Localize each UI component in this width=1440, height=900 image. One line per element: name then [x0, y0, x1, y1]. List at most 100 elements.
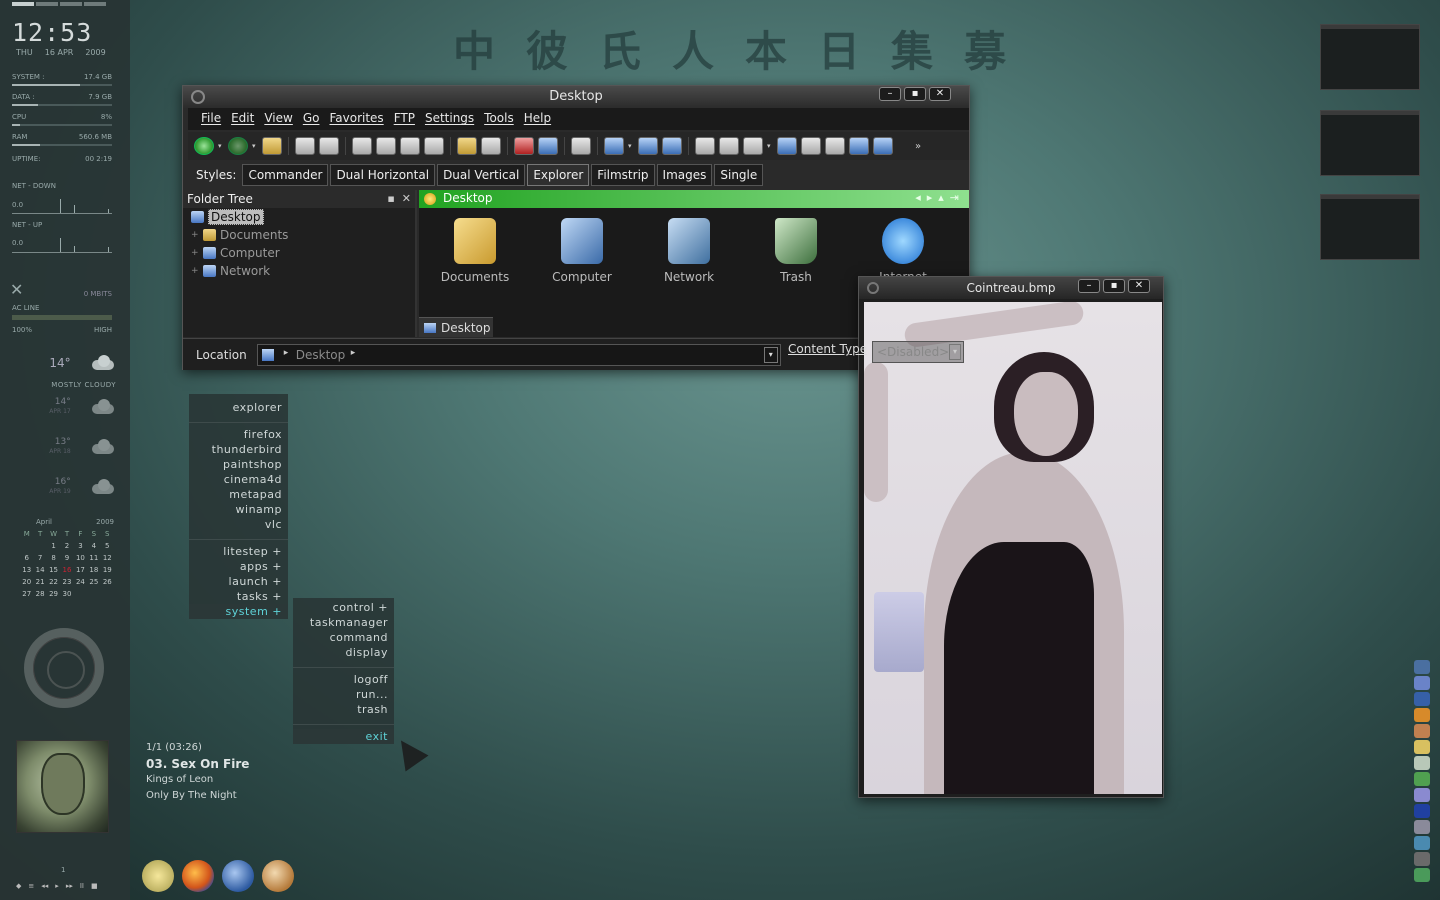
menu-item-logoff[interactable]: logoff	[293, 672, 394, 687]
copy-to-icon[interactable]	[295, 137, 315, 155]
menu-item-apps[interactable]: apps +	[189, 559, 288, 574]
calendar-day[interactable]: 22	[47, 578, 60, 586]
calendar-day[interactable]: 19	[101, 566, 114, 574]
close-button[interactable]: ✕	[1128, 279, 1150, 293]
menu-item-vlc[interactable]: vlc	[189, 517, 288, 532]
calendar-day[interactable]: 11	[87, 554, 100, 562]
calendar-day[interactable]: 16	[60, 566, 73, 574]
copy-icon[interactable]	[400, 137, 420, 155]
menu-item-litestep[interactable]: litestep +	[189, 544, 288, 559]
go-icon[interactable]	[604, 137, 624, 155]
menu-view[interactable]: View	[259, 108, 297, 130]
tray-volume-icon[interactable]	[1414, 836, 1430, 850]
style-images[interactable]: Images	[656, 164, 713, 186]
calendar-day[interactable]: 18	[87, 566, 100, 574]
tray-device-icon[interactable]	[1414, 820, 1430, 834]
tray-weather-icon[interactable]	[1414, 740, 1430, 754]
menu-edit[interactable]: Edit	[226, 108, 259, 130]
file-item-documents[interactable]: Documents	[425, 218, 525, 284]
calendar-day[interactable]: 23	[60, 578, 73, 586]
style-commander[interactable]: Commander	[242, 164, 329, 186]
next-button[interactable]: ▸▸	[66, 882, 73, 890]
menu-item-run[interactable]: run...	[293, 687, 394, 702]
thumbnails-view-icon[interactable]	[873, 137, 893, 155]
menu-favorites[interactable]: Favorites	[324, 108, 388, 130]
calendar-day[interactable]: 1	[47, 542, 60, 550]
small-icons-view-icon[interactable]	[825, 137, 845, 155]
breadcrumb-arrow-icon[interactable]: ▸	[351, 348, 356, 358]
up-folder-icon[interactable]	[262, 137, 282, 155]
menu-item-display[interactable]: display	[293, 645, 394, 660]
maximize-button[interactable]: ▪	[904, 87, 926, 101]
tray-app-icon[interactable]	[1414, 676, 1430, 690]
expand-icon[interactable]: +	[191, 266, 199, 276]
thunderbird-icon[interactable]	[222, 860, 254, 892]
calendar-day[interactable]: 2	[60, 542, 73, 550]
tray-display-icon[interactable]	[1414, 788, 1430, 802]
menu-ftp[interactable]: FTP	[389, 108, 420, 130]
menu-help[interactable]: Help	[519, 108, 556, 130]
tree-item-computer[interactable]: + Computer	[183, 244, 415, 262]
menu-item-winamp[interactable]: winamp	[189, 502, 288, 517]
style-dual-horizontal[interactable]: Dual Horizontal	[330, 164, 436, 186]
player-menu-button[interactable]: ◆	[16, 882, 21, 890]
window-thumbnail[interactable]	[1320, 110, 1420, 176]
menu-item-taskmanager[interactable]: taskmanager	[293, 615, 394, 630]
calendar-day[interactable]: 20	[20, 578, 33, 586]
play-button[interactable]: ▸	[55, 882, 59, 890]
menu-item-control[interactable]: control +	[293, 600, 394, 615]
file-item-computer[interactable]: Computer	[532, 218, 632, 284]
tray-shield-icon[interactable]	[1414, 756, 1430, 770]
viewer-titlebar[interactable]: Cointreau.bmp – ▪ ✕	[859, 277, 1163, 299]
scissors-icon[interactable]	[376, 137, 396, 155]
properties-icon[interactable]	[719, 137, 739, 155]
window-thumbnail[interactable]	[1320, 24, 1420, 90]
nav-end-icon[interactable]: ⇥	[950, 191, 965, 204]
delete-icon[interactable]	[514, 137, 534, 155]
calendar-day[interactable]: 6	[20, 554, 33, 562]
nav-forward-icon[interactable]: ▸	[927, 191, 939, 204]
content-type-dropdown-icon[interactable]: ▾	[949, 344, 961, 360]
content-type-select[interactable]: <Disabled> ▾	[872, 341, 964, 363]
tree-item-network[interactable]: + Network	[183, 262, 415, 280]
calendar-day[interactable]: 4	[87, 542, 100, 550]
folder-tab-desktop[interactable]: Desktop	[419, 317, 493, 337]
tray-drop-icon[interactable]	[1414, 692, 1430, 706]
paintshop-icon[interactable]	[262, 860, 294, 892]
menu-go[interactable]: Go	[298, 108, 325, 130]
rename-icon[interactable]	[481, 137, 501, 155]
move-to-icon[interactable]	[319, 137, 339, 155]
explorer-titlebar[interactable]: Desktop – ▪ ✕	[183, 86, 969, 108]
calendar-day[interactable]: 17	[74, 566, 87, 574]
minimize-button[interactable]: –	[879, 87, 901, 101]
menu-item-exit[interactable]: exit	[293, 729, 394, 744]
location-dropdown-icon[interactable]: ▾	[763, 346, 778, 363]
details-view-icon[interactable]	[777, 137, 797, 155]
large-icons-view-icon[interactable]	[849, 137, 869, 155]
location-input[interactable]: ▸ Desktop ▸ ▾	[256, 343, 781, 366]
tree-item-documents[interactable]: + Documents	[183, 226, 415, 244]
menu-item-command[interactable]: command	[293, 630, 394, 645]
winamp-icon[interactable]	[142, 860, 174, 892]
tray-network-icon[interactable]	[1414, 660, 1430, 674]
calendar-day[interactable]: 28	[33, 590, 46, 598]
menu-item-system[interactable]: system +	[189, 604, 288, 619]
menu-item-firefox[interactable]: firefox	[189, 427, 288, 442]
tree-item-desktop[interactable]: Desktop	[183, 208, 415, 226]
menu-file[interactable]: File	[196, 108, 226, 130]
calendar-day[interactable]: 9	[60, 554, 73, 562]
undo-icon[interactable]	[538, 137, 558, 155]
calendar-day[interactable]: 5	[101, 542, 114, 550]
calendar-day[interactable]: 27	[20, 590, 33, 598]
calendar-day[interactable]: 26	[101, 578, 114, 586]
file-item-trash[interactable]: Trash	[746, 218, 846, 284]
dual-pane-icon[interactable]	[638, 137, 658, 155]
new-folder-icon[interactable]	[457, 137, 477, 155]
menu-item-metapad[interactable]: metapad	[189, 487, 288, 502]
cut-icon[interactable]	[352, 137, 372, 155]
firefox-icon[interactable]	[182, 860, 214, 892]
nav-up-icon[interactable]: ▴	[938, 191, 950, 204]
menu-item-trash[interactable]: trash	[293, 702, 394, 717]
expand-icon[interactable]: +	[191, 248, 199, 258]
stop-button[interactable]: ■	[91, 882, 98, 890]
